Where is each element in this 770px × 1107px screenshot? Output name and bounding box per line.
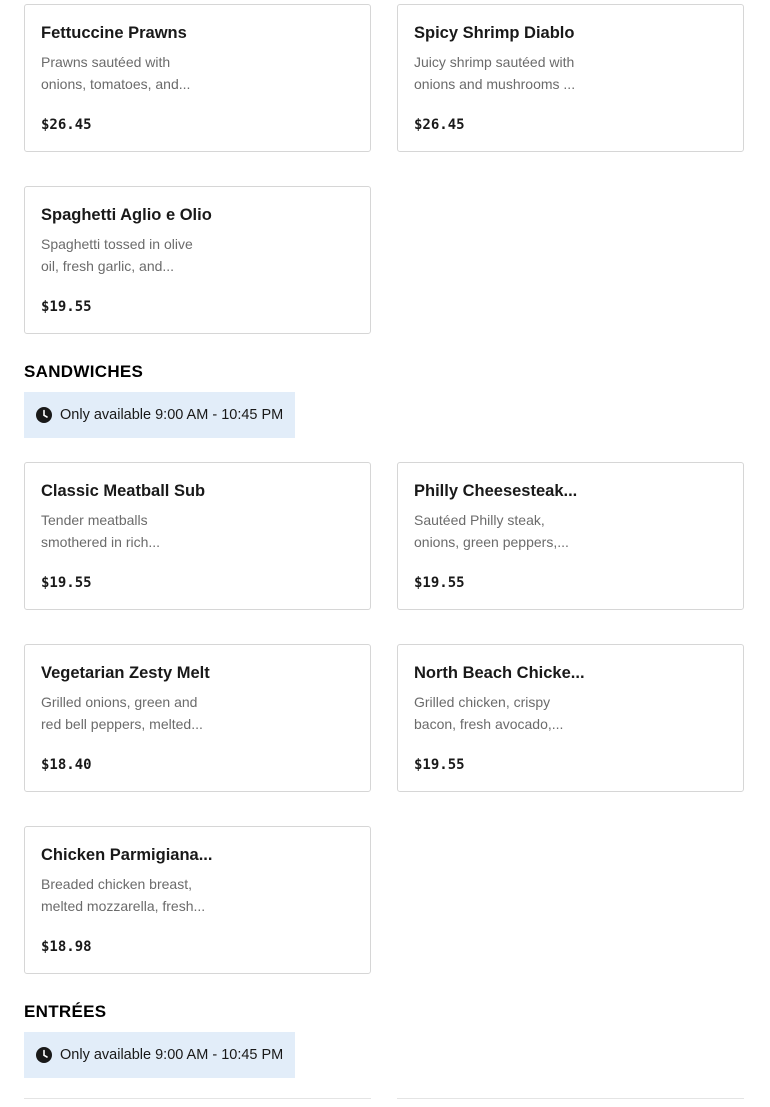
menu-item-card[interactable]: Fettuccine Prawns Prawns sautéed with on…: [24, 4, 371, 152]
availability-banner: Only available 9:00 AM - 10:45 PM: [24, 1032, 295, 1078]
clock-icon: [36, 407, 52, 423]
item-name: Vegetarian Zesty Melt: [41, 664, 210, 682]
menu-item-card[interactable]: Vegetarian Zesty Melt Grilled onions, gr…: [24, 644, 371, 792]
section-title-sandwiches: SANDWICHES: [24, 362, 144, 381]
item-description: Prawns sautéed with onions, tomatoes, an…: [41, 54, 191, 92]
item-description: Spaghetti tossed in olive oil, fresh gar…: [41, 236, 193, 274]
menu-item-card[interactable]: Classic Meatball Sub Tender meatballs sm…: [24, 462, 371, 610]
item-description: Sautéed Philly steak, onions, green pepp…: [414, 512, 569, 550]
item-description: Grilled onions, green and red bell peppe…: [41, 694, 203, 732]
item-price: $19.55: [414, 757, 465, 773]
item-price: $26.45: [414, 117, 465, 133]
menu-item-card[interactable]: Philly Cheesesteak... Sautéed Philly ste…: [397, 462, 744, 610]
item-description: Breaded chicken breast, melted mozzarell…: [41, 876, 206, 914]
item-name: Fettuccine Prawns: [41, 24, 187, 42]
menu-item-card[interactable]: North Beach Chicke... Grilled chicken, c…: [397, 644, 744, 792]
item-price: $26.45: [41, 117, 92, 133]
item-description: Grilled chicken, crispy bacon, fresh avo…: [414, 694, 564, 732]
item-name: Philly Cheesesteak...: [414, 482, 578, 500]
item-name: North Beach Chicke...: [414, 664, 585, 682]
item-price: $19.55: [414, 575, 465, 591]
availability-text: Only available 9:00 AM - 10:45 PM: [60, 407, 284, 423]
card-edge: [24, 1098, 371, 1107]
availability-text: Only available 9:00 AM - 10:45 PM: [60, 1047, 284, 1063]
menu-item-card[interactable]: Chicken Parmigiana... Breaded chicken br…: [24, 826, 371, 974]
clock-icon: [36, 1047, 52, 1063]
item-name: Spicy Shrimp Diablo: [414, 24, 575, 42]
item-description: Tender meatballs smothered in rich...: [41, 512, 161, 550]
item-price: $19.55: [41, 299, 92, 315]
item-price: $19.55: [41, 575, 92, 591]
item-price: $18.98: [41, 939, 92, 955]
item-description: Juicy shrimp sautéed with onions and mus…: [414, 54, 576, 92]
menu-item-card[interactable]: Spicy Shrimp Diablo Juicy shrimp sautéed…: [397, 4, 744, 152]
item-name: Spaghetti Aglio e Olio: [41, 206, 212, 224]
item-price: $18.40: [41, 757, 92, 773]
menu-item-card[interactable]: Spaghetti Aglio e Olio Spaghetti tossed …: [24, 186, 371, 334]
availability-banner: Only available 9:00 AM - 10:45 PM: [24, 392, 295, 438]
section-title-entrees: ENTRÉES: [24, 1002, 107, 1021]
item-name: Chicken Parmigiana...: [41, 846, 213, 864]
card-edge: [397, 1098, 744, 1107]
item-name: Classic Meatball Sub: [41, 482, 206, 500]
